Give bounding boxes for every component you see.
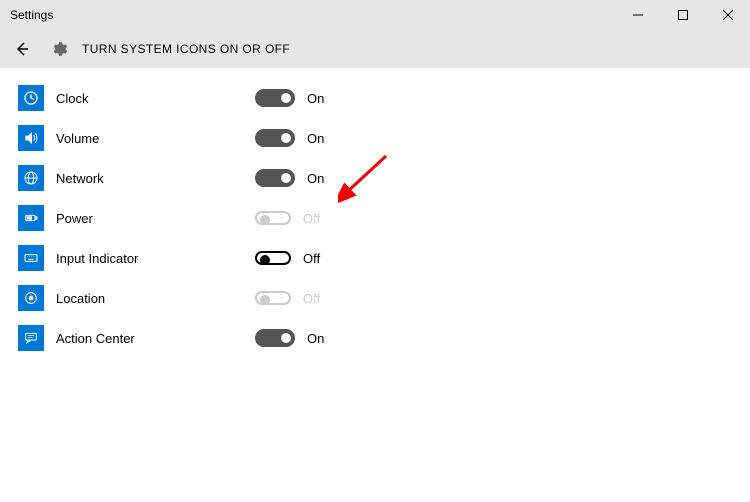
toggle-state-text: On	[307, 171, 324, 186]
toggle-state-text: Off	[303, 211, 320, 226]
minimize-button[interactable]	[615, 0, 660, 30]
toggle[interactable]	[255, 129, 295, 147]
network-icon	[18, 165, 44, 191]
toggle	[255, 211, 291, 225]
toggle-state-text: On	[307, 91, 324, 106]
setting-row: Network On	[18, 158, 750, 198]
toggle-state-text: Off	[303, 251, 320, 266]
toggle-wrap: On	[255, 129, 324, 147]
setting-row: Power Off	[18, 198, 750, 238]
location-icon	[18, 285, 44, 311]
setting-label: Action Center	[56, 331, 255, 346]
toggle-wrap: On	[255, 89, 324, 107]
maximize-button[interactable]	[660, 0, 705, 30]
toggle-wrap: On	[255, 329, 324, 347]
setting-row: Location Off	[18, 278, 750, 318]
close-button[interactable]	[705, 0, 750, 30]
setting-label: Location	[56, 291, 255, 306]
setting-label: Power	[56, 211, 255, 226]
toggle-wrap: Off	[255, 211, 320, 226]
toggle[interactable]	[255, 89, 295, 107]
clock-icon	[18, 85, 44, 111]
setting-row: Input Indicator Off	[18, 238, 750, 278]
toggle-state-text: On	[307, 331, 324, 346]
toggle[interactable]	[255, 251, 291, 265]
toggle-wrap: Off	[255, 251, 320, 266]
window-title: Settings	[10, 8, 53, 22]
setting-row: Clock On	[18, 78, 750, 118]
action-center-icon	[18, 325, 44, 351]
volume-icon	[18, 125, 44, 151]
toggle-wrap: On	[255, 169, 324, 187]
setting-label: Network	[56, 171, 255, 186]
toggle-wrap: Off	[255, 291, 320, 306]
toggle-state-text: Off	[303, 291, 320, 306]
header: TURN SYSTEM ICONS ON OR OFF	[0, 30, 750, 68]
setting-row: Volume On	[18, 118, 750, 158]
toggle-state-text: On	[307, 131, 324, 146]
gear-icon	[48, 38, 70, 60]
toggle	[255, 291, 291, 305]
setting-label: Clock	[56, 91, 255, 106]
setting-row: Action Center On	[18, 318, 750, 358]
titlebar: Settings	[0, 0, 750, 30]
setting-label: Input Indicator	[56, 251, 255, 266]
window-controls	[615, 0, 750, 30]
toggle[interactable]	[255, 329, 295, 347]
page-title: TURN SYSTEM ICONS ON OR OFF	[82, 42, 290, 56]
power-icon	[18, 205, 44, 231]
toggle[interactable]	[255, 169, 295, 187]
setting-label: Volume	[56, 131, 255, 146]
back-button[interactable]	[8, 35, 36, 63]
icons-list: ClockOnVolumeOnNetworkOnPowerOffInput In…	[0, 68, 750, 358]
keyboard-icon	[18, 245, 44, 271]
